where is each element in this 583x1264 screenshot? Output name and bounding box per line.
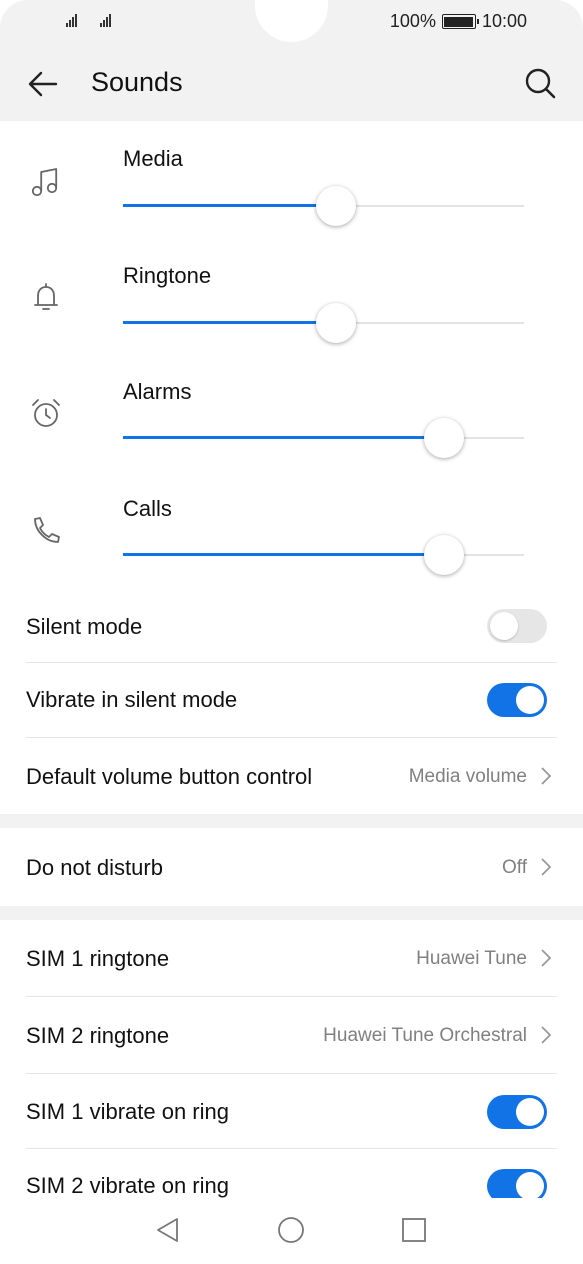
camera-notch [255,0,328,42]
back-button[interactable] [22,64,66,104]
clock: 10:00 [481,11,527,31]
silent-mode-label: Silent mode [26,614,143,639]
volume-label: Ringtone [123,263,212,288]
nav-home-button[interactable] [274,1215,308,1245]
chevron-right-icon [541,949,552,967]
triangle-back-icon [157,1218,178,1242]
slider-thumb[interactable] [315,303,356,343]
battery-percent: 100% [389,11,436,31]
sim1-signal-icon [66,13,77,27]
back-arrow-icon [28,71,58,97]
section-separator [0,906,583,920]
slider-thumb[interactable] [423,418,464,458]
vibrate-silent-toggle[interactable] [487,683,547,717]
bell-icon [34,283,58,310]
volume-label: Calls [123,496,172,521]
battery-icon [441,14,479,29]
sim1-vibrate-row[interactable]: SIM 1 vibrate on ring [26,1074,557,1148]
status-bar: 100% 10:00 [0,0,583,44]
navigation-bar [0,1198,583,1264]
nav-recents-button[interactable] [397,1215,431,1245]
search-button[interactable] [521,64,561,104]
volume-label: Media [123,146,183,171]
chevron-right-icon [541,858,552,876]
calls-volume-slider[interactable] [123,535,524,575]
default-volume-label: Default volume button control [26,764,313,789]
sim1-ringtone-row[interactable]: SIM 1 ringtone Huawei Tune [26,920,557,996]
do-not-disturb-row[interactable]: Do not disturb Off [26,828,557,906]
toolbar: Sounds [0,44,583,121]
ringtone-volume-slider[interactable] [123,303,524,343]
status-right: 100% 10:00 [390,11,527,32]
page-title: Sounds [91,67,183,97]
slider-fill [123,553,444,556]
vibrate-silent-label: Vibrate in silent mode [26,687,238,712]
slider-thumb[interactable] [423,535,464,575]
square-recents-icon [402,1218,426,1242]
sim1-ringtone-value: Huawei Tune [416,948,527,969]
sim1-vibrate-toggle[interactable] [487,1095,547,1129]
volume-row-ringtone: Ringtone [0,238,583,354]
volume-row-calls: Calls [0,471,583,587]
silent-mode-toggle[interactable] [487,609,547,643]
default-volume-value: Media volume [408,766,527,787]
sim1-ringtone-label: SIM 1 ringtone [26,946,170,971]
sim2-ringtone-row[interactable]: SIM 2 ringtone Huawei Tune Orchestral [26,997,557,1073]
chevron-right-icon [541,767,552,785]
phone-icon [34,517,60,543]
slider-fill [123,436,444,439]
volume-label: Alarms [123,379,192,404]
sim1-vibrate-label: SIM 1 vibrate on ring [26,1099,229,1124]
sim2-ringtone-label: SIM 2 ringtone [26,1023,170,1048]
do-not-disturb-value: Off [502,857,527,878]
volume-row-media: Media [0,121,583,237]
circle-home-icon [278,1217,304,1243]
chevron-right-icon [541,1026,552,1044]
slider-thumb[interactable] [315,186,356,226]
sim2-ringtone-value: Huawei Tune Orchestral [323,1025,527,1046]
search-icon [525,68,556,99]
section-separator [0,814,583,828]
sim2-signal-icon [100,13,111,27]
nav-back-button[interactable] [151,1215,185,1245]
slider-fill [123,321,336,324]
alarms-volume-slider[interactable] [123,418,524,458]
sim2-vibrate-label: SIM 2 vibrate on ring [26,1173,229,1198]
silent-mode-row[interactable]: Silent mode [26,592,557,662]
alarm-clock-icon [32,399,60,427]
media-volume-slider[interactable] [123,186,524,226]
do-not-disturb-label: Do not disturb [26,855,163,880]
music-note-icon [31,168,58,197]
default-volume-row[interactable]: Default volume button control Media volu… [26,738,557,814]
volume-row-alarms: Alarms [0,354,583,470]
vibrate-silent-row[interactable]: Vibrate in silent mode [26,663,557,737]
slider-fill [123,204,336,207]
